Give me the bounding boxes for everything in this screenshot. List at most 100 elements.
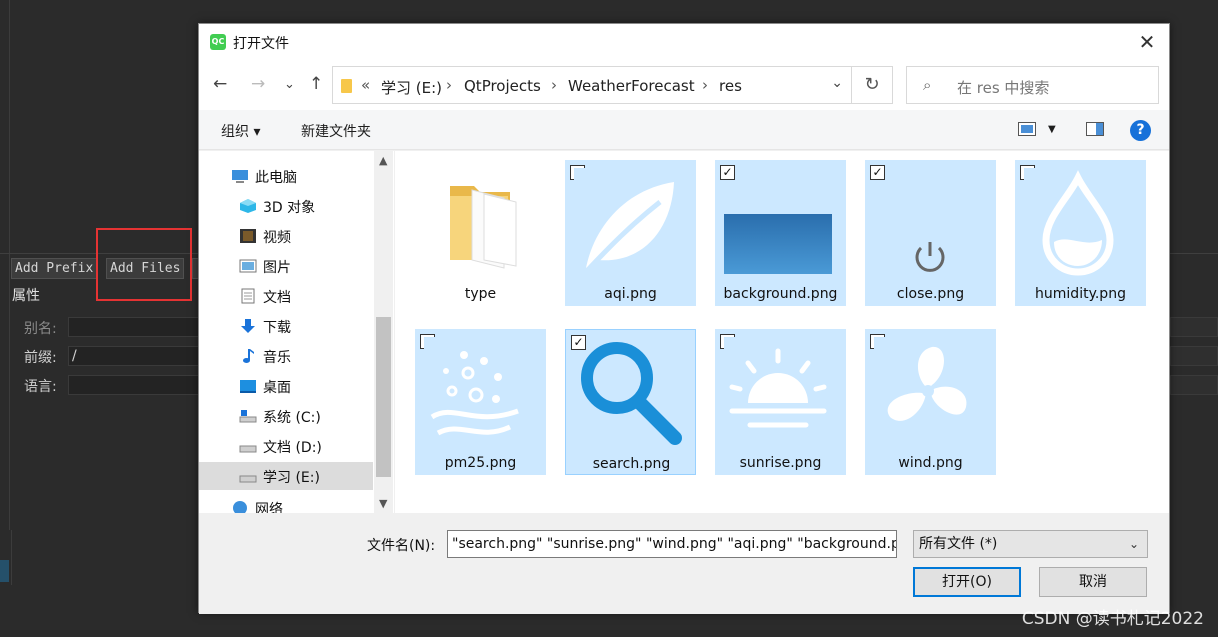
desktop-icon: [240, 380, 256, 393]
editor-left-strip: [0, 0, 10, 540]
file-item-type[interactable]: type: [415, 160, 546, 306]
scroll-up-icon[interactable]: ▲: [379, 154, 387, 167]
nav-item-3d-objects[interactable]: 3D 对象: [199, 192, 373, 220]
add-prefix-button[interactable]: Add Prefix: [11, 258, 98, 279]
nav-label: 音乐: [263, 350, 291, 366]
file-name: background.png: [723, 286, 838, 302]
nav-label: 文档 (D:): [263, 440, 322, 456]
sunrise-icon: [724, 337, 832, 445]
alias-label: 别名:: [24, 321, 57, 337]
file-type-filter[interactable]: 所有文件 (*) ⌄: [913, 530, 1148, 558]
recent-locations-chevron-icon[interactable]: ⌄: [284, 77, 295, 92]
address-bar[interactable]: « 学习 (E:) › QtProjects › WeatherForecast…: [332, 66, 852, 104]
up-arrow-icon[interactable]: ↑: [309, 74, 323, 94]
breadcrumb-res[interactable]: res: [719, 77, 742, 95]
breadcrumb-weatherforecast[interactable]: WeatherForecast: [568, 77, 695, 95]
nav-item-desktop[interactable]: 桌面: [199, 372, 373, 400]
computer-icon: [232, 170, 248, 183]
nav-item-videos[interactable]: 视频: [199, 222, 373, 250]
prefix-label: 前缀:: [24, 350, 57, 366]
language-field[interactable]: [68, 375, 208, 395]
language-field-right[interactable]: [1170, 375, 1218, 395]
nav-label: 学习 (E:): [263, 470, 320, 486]
side-tab-indicator[interactable]: [0, 560, 9, 582]
file-name: sunrise.png: [739, 455, 822, 471]
file-name: close.png: [896, 286, 965, 302]
filename-input[interactable]: "search.png" "sunrise.png" "wind.png" "a…: [447, 530, 897, 558]
filename-label: 文件名(N):: [367, 538, 436, 554]
file-item-search[interactable]: ✓ search.png: [565, 329, 696, 475]
network-icon: [233, 501, 247, 513]
file-item-sunrise[interactable]: ✓ sunrise.png: [715, 329, 846, 475]
nav-item-pictures[interactable]: 图片: [199, 252, 373, 280]
drive-icon: [239, 445, 257, 453]
watermark: CSDN @读书札记2022: [1021, 609, 1204, 629]
power-icon: [915, 242, 945, 272]
dust-icon: [424, 337, 532, 445]
breadcrumb-overflow[interactable]: «: [361, 76, 370, 94]
breadcrumb-qtprojects[interactable]: QtProjects: [464, 77, 541, 95]
search-input[interactable]: ⌕ 在 res 中搜索: [906, 66, 1159, 104]
file-list: type ✓ aqi.png ✓ background.png ✓: [395, 151, 1169, 513]
breadcrumb-separator-icon[interactable]: ›: [702, 76, 708, 94]
change-view-icon[interactable]: [1018, 122, 1036, 136]
file-item-background[interactable]: ✓ background.png: [715, 160, 846, 306]
preview-pane-icon[interactable]: [1086, 122, 1104, 136]
scroll-down-icon[interactable]: ▼: [379, 497, 387, 510]
prefix-field-right[interactable]: [1170, 346, 1218, 366]
breadcrumb-separator-icon[interactable]: ›: [551, 76, 557, 94]
file-item-pm25[interactable]: ✓ pm25.png: [415, 329, 546, 475]
open-button[interactable]: 打开(O): [913, 567, 1021, 597]
music-icon: [243, 349, 254, 363]
nav-item-downloads[interactable]: 下载: [199, 312, 373, 340]
view-dropdown-icon[interactable]: ▼: [1048, 124, 1056, 135]
file-item-wind[interactable]: ✓ wind.png: [865, 329, 996, 475]
video-icon: [240, 229, 256, 243]
nav-item-documents[interactable]: 文档: [199, 282, 373, 310]
file-name: wind.png: [898, 455, 963, 471]
file-name: search.png: [592, 456, 671, 472]
nav-label: 文档: [263, 290, 291, 306]
nav-scrollbar[interactable]: ▲ ▼: [374, 151, 393, 513]
breadcrumb-drive[interactable]: 学习 (E:): [381, 77, 442, 98]
forward-arrow-icon[interactable]: →: [251, 74, 265, 94]
open-file-dialog: QC 打开文件 ✕ ← → ⌄ ↑ « 学习 (E:) › QtProjects…: [198, 23, 1170, 614]
drop-icon: [1024, 168, 1132, 276]
nav-item-this-pc[interactable]: 此电脑: [199, 162, 373, 190]
chevron-down-icon: ⌄: [1128, 537, 1139, 551]
nav-label: 此电脑: [255, 170, 297, 186]
prefix-field[interactable]: /: [68, 346, 208, 366]
nav-item-music[interactable]: 音乐: [199, 342, 373, 370]
refresh-icon[interactable]: ↻: [851, 66, 893, 104]
language-label: 语言:: [24, 379, 57, 395]
help-icon[interactable]: ?: [1130, 120, 1151, 141]
nav-item-drive-c[interactable]: 系统 (C:): [199, 402, 373, 430]
nav-label: 网络: [255, 502, 283, 513]
nav-label: 视频: [263, 230, 291, 246]
new-folder-button[interactable]: 新建文件夹: [301, 121, 371, 141]
nav-item-drive-e[interactable]: 学习 (E:): [199, 462, 373, 490]
nav-item-drive-d[interactable]: 文档 (D:): [199, 432, 373, 460]
nav-label: 桌面: [263, 380, 291, 396]
dialog-titlebar: QC 打开文件 ✕: [199, 24, 1169, 60]
search-placeholder: 在 res 中搜索: [957, 79, 1050, 97]
qt-logo-icon: QC: [210, 34, 226, 50]
dialog-title: 打开文件: [233, 36, 289, 52]
folder-icon: [450, 186, 517, 269]
dialog-footer: 文件名(N): "search.png" "sunrise.png" "wind…: [199, 514, 1169, 614]
scroll-thumb[interactable]: [376, 317, 391, 477]
cancel-button[interactable]: 取消: [1039, 567, 1147, 597]
alias-field-right[interactable]: [1170, 317, 1218, 337]
close-icon[interactable]: ✕: [1135, 30, 1159, 54]
file-item-aqi[interactable]: ✓ aqi.png: [565, 160, 696, 306]
drive-icon: [239, 410, 257, 423]
breadcrumb-separator-icon[interactable]: ›: [446, 76, 452, 94]
alias-field[interactable]: [68, 317, 208, 337]
back-arrow-icon[interactable]: ←: [213, 74, 227, 94]
file-item-close[interactable]: ✓ close.png: [865, 160, 996, 306]
nav-item-network[interactable]: 网络: [199, 494, 373, 513]
nav-label: 下载: [263, 320, 291, 336]
organize-menu[interactable]: 组织 ▾: [221, 121, 260, 141]
file-item-humidity[interactable]: ✓ humidity.png: [1015, 160, 1146, 306]
address-dropdown-icon[interactable]: ⌄: [831, 75, 843, 91]
